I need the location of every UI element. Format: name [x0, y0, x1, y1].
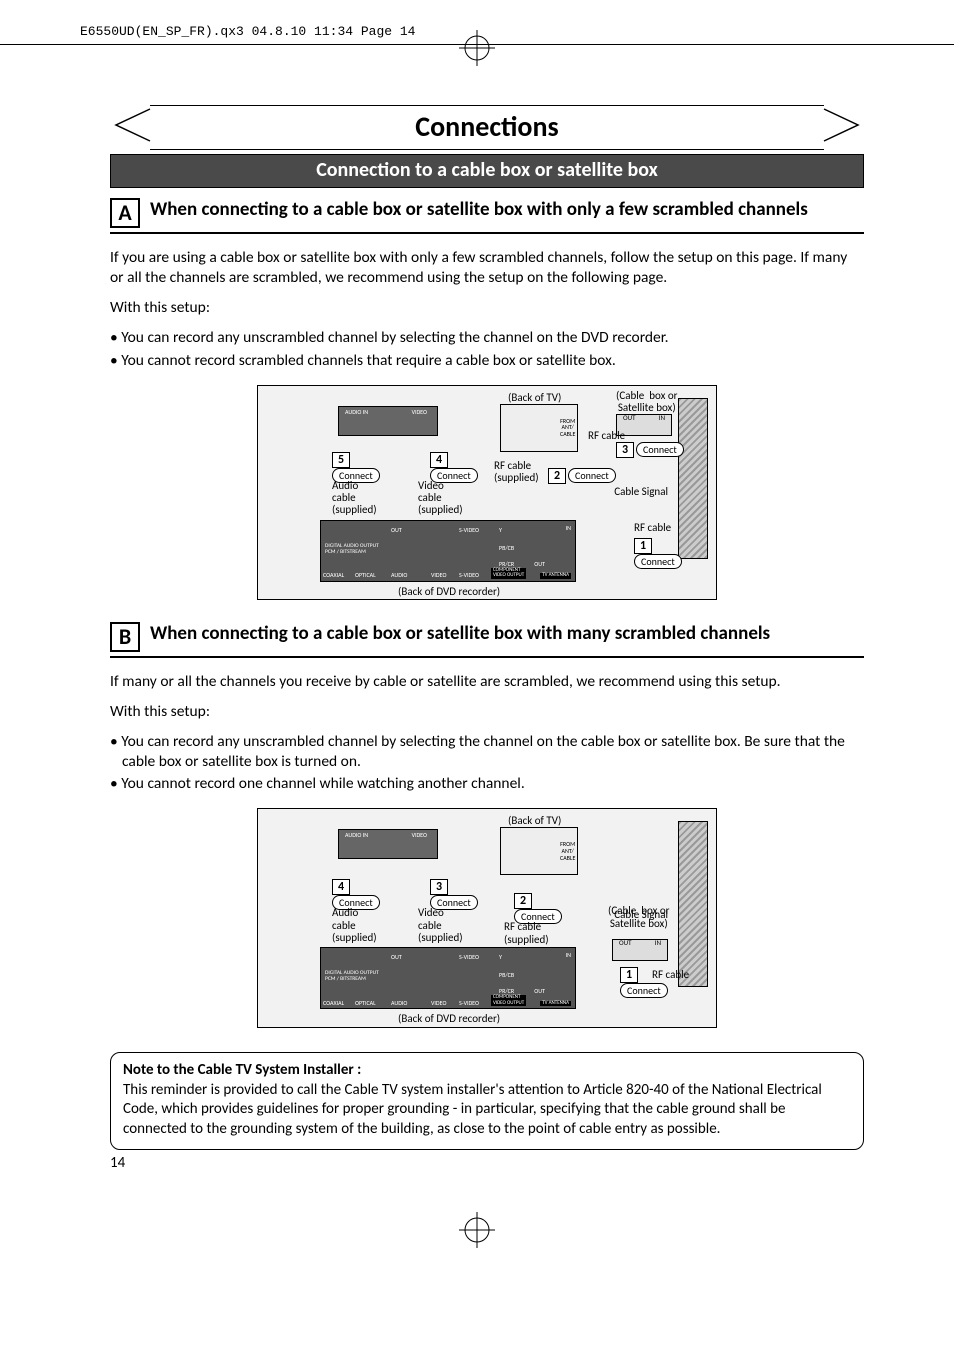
- diagram-b: Cable Signal (Back of TV) FROM ANT/ CABL…: [257, 808, 717, 1028]
- print-job-header: E6550UD(EN_SP_FR).qx3 04.8.10 11:34 Page…: [0, 20, 954, 45]
- section-a-bullet-2: You cannot record scrambled channels tha…: [110, 351, 864, 371]
- section-a-with-setup: With this setup:: [110, 298, 864, 318]
- audio-cable-b: Audio cable (supplied): [332, 907, 377, 943]
- step-5-num: 5: [332, 452, 350, 468]
- step-2-num-a: 2: [548, 468, 566, 484]
- back-of-recorder-a: (Back of DVD recorder): [398, 586, 500, 598]
- video-cable-a: Video cable (supplied): [418, 480, 463, 516]
- wall-plate-b: [678, 821, 708, 987]
- section-b-intro: If many or all the channels you receive …: [110, 672, 864, 692]
- section-b-header: B When connecting to a cable box or sate…: [110, 618, 864, 658]
- rf-cable-supplied-a: RF cable (supplied): [494, 460, 539, 484]
- chevron-right-icon: [822, 107, 864, 148]
- sat-box-b: OUT IN: [612, 939, 668, 961]
- step-2-connect-a: Connect: [568, 468, 616, 483]
- back-of-tv-b: (Back of TV): [508, 815, 561, 827]
- section-b-bullet-2: You cannot record one channel while watc…: [110, 774, 864, 794]
- main-banner: Connections: [110, 105, 864, 150]
- installer-note-title: Note to the Cable TV System Installer :: [123, 1061, 361, 1079]
- back-of-recorder-b: (Back of DVD recorder): [398, 1013, 500, 1025]
- page-content: Connections Connection to a cable box or…: [0, 45, 954, 1212]
- installer-note-box: Note to the Cable TV System Installer : …: [110, 1052, 864, 1150]
- cable-signal-a: Cable Signal: [614, 486, 668, 498]
- rf-cable-a2: RF cable: [634, 522, 671, 534]
- diagram-a: Cable Signal (Back of TV) (Cable box or …: [257, 385, 717, 600]
- rf-cable-b: RF cable: [652, 969, 689, 981]
- step-1-connect-b: Connect: [620, 983, 668, 998]
- recorder-back-a: IN OUT DIGITAL AUDIO OUTPUT PCM / BITSTR…: [320, 520, 576, 582]
- tv-av-panel-b: AUDIO IN VIDEO: [338, 829, 438, 859]
- section-a-header: A When connecting to a cable box or sate…: [110, 194, 864, 234]
- tv-av-panel-a: AUDIO IN VIDEO: [338, 406, 438, 436]
- step-1-connect-a: Connect: [634, 554, 682, 569]
- video-cable-b: Video cable (supplied): [418, 907, 463, 943]
- section-a-bullet-1: You can record any unscrambled channel b…: [110, 328, 864, 348]
- print-job-text: E6550UD(EN_SP_FR).qx3 04.8.10 11:34 Page…: [80, 24, 415, 39]
- section-b-with-setup: With this setup:: [110, 702, 864, 722]
- step-1-num-a: 1: [634, 538, 652, 554]
- chevron-left-icon: [110, 107, 152, 148]
- rf-cable-a1: RF cable: [588, 430, 625, 442]
- sub-banner: Connection to a cable box or satellite b…: [110, 154, 864, 188]
- recorder-back-b: IN OUT DIGITAL AUDIO OUTPUT PCM / BITSTR…: [320, 947, 576, 1009]
- main-title: Connections: [150, 105, 824, 150]
- step-3-num-a: 3: [616, 442, 634, 458]
- section-a-body: If you are using a cable box or satellit…: [110, 248, 864, 371]
- section-a-letter: A: [110, 198, 140, 228]
- section-a-title: When connecting to a cable box or satell…: [150, 198, 864, 221]
- page-number: 14: [110, 1154, 864, 1172]
- section-a-intro: If you are using a cable box or satellit…: [110, 248, 864, 288]
- rf-cable-supplied-b: RF cable (supplied): [504, 921, 549, 945]
- diagram-b-wrap: Cable Signal (Back of TV) FROM ANT/ CABL…: [110, 808, 864, 1028]
- cable-sat-b: (Cable box or Satellite box): [608, 905, 669, 929]
- section-b-body: If many or all the channels you receive …: [110, 672, 864, 795]
- cable-sat-a: (Cable box or Satellite box): [616, 390, 677, 414]
- step-4-num-b: 4: [332, 879, 350, 895]
- back-of-tv-a: (Back of TV): [508, 392, 561, 404]
- installer-note-body: This reminder is provided to call the Ca…: [123, 1081, 822, 1138]
- section-b-bullet-1: You can record any unscrambled channel b…: [110, 732, 864, 772]
- step-3-num-b: 3: [430, 879, 448, 895]
- step-4-num: 4: [430, 452, 448, 468]
- audio-cable-a: Audio cable (supplied): [332, 480, 377, 516]
- out-row-a: OUT: [391, 527, 402, 534]
- section-b-title: When connecting to a cable box or satell…: [150, 622, 864, 645]
- step-1-num-b: 1: [620, 967, 638, 983]
- diagram-a-wrap: Cable Signal (Back of TV) (Cable box or …: [110, 385, 864, 600]
- wall-plate-a: [678, 398, 708, 559]
- step-2-num-b: 2: [514, 893, 532, 909]
- crop-mark-bottom: [0, 1212, 954, 1253]
- section-b-letter: B: [110, 622, 140, 652]
- step-3-connect-a: Connect: [636, 442, 684, 457]
